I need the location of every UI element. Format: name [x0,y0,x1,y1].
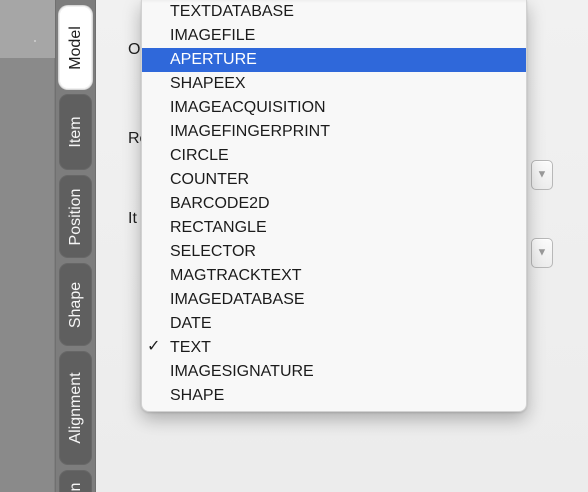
dropdown-option[interactable]: RECTANGLE [142,216,526,240]
dropdown-option-label: APERTURE [170,51,257,68]
dropdown-option-selected[interactable]: APERTURE [142,48,526,72]
dropdown-option-label: MAGTRACKTEXT [170,267,302,284]
dropdown-option-label: TEXT [170,339,211,356]
dropdown-option-label: SHAPEEX [170,75,246,92]
app-window: Model Item Position Shape Alignment n O … [0,0,588,492]
dropdown-option[interactable]: BARCODE2D [142,192,526,216]
strip-dot [34,40,36,42]
dropdown-option-label: IMAGEACQUISITION [170,99,326,116]
chevron-down-icon: ▼ [536,168,548,181]
dropdown-option[interactable]: IMAGEFINGERPRINT [142,120,526,144]
tab-item[interactable]: Item [59,94,92,170]
dropdown-option[interactable]: SHAPE [142,384,526,408]
dropdown-option[interactable]: CIRCLE [142,144,526,168]
dropdown-option-label: IMAGEFILE [170,27,256,44]
dropdown-option[interactable]: IMAGEACQUISITION [142,96,526,120]
dropdown-option[interactable]: IMAGEFILE [142,24,526,48]
tab-shape[interactable]: Shape [59,263,92,346]
dropdown-option-label: IMAGEDATABASE [170,291,305,308]
left-sidebar-strip [0,0,55,492]
dropdown-option-label: RECTANGLE [170,219,267,236]
panel-label-it: It [128,210,137,227]
dropdown-option[interactable]: TEXTDATABASE [142,0,526,24]
chevron-down-icon: ▼ [536,246,548,259]
dropdown-option-label: SHAPE [170,387,225,404]
panel-label-o: O [128,41,141,58]
select-arrow-upper[interactable]: ▼ [531,160,553,190]
dropdown-option-label: IMAGESIGNATURE [170,363,314,380]
dropdown-option[interactable]: IMAGESIGNATURE [142,360,526,384]
checkmark-icon: ✓ [147,338,161,355]
tab-shape-label: Shape [66,281,84,328]
tab-partial[interactable]: n [59,470,92,492]
dropdown-option-label: IMAGEFINGERPRINT [170,123,331,140]
dropdown-option-label: SELECTOR [170,243,256,260]
dropdown-option[interactable]: COUNTER [142,168,526,192]
vertical-tab-bar: Model Item Position Shape Alignment n [55,0,96,492]
tab-position-label: Position [66,188,84,245]
dropdown-option-label: TEXTDATABASE [170,3,294,20]
dropdown-option[interactable]: MAGTRACKTEXT [142,264,526,288]
dropdown-option[interactable]: DATE [142,312,526,336]
dropdown-option-label: CIRCLE [170,147,229,164]
tab-alignment-label: Alignment [66,372,84,444]
tab-model-label: Model [66,25,84,70]
tab-partial-label: n [66,482,84,492]
type-dropdown-list[interactable]: TEXTDATABASE IMAGEFILE APERTURE SHAPEEX … [141,0,527,412]
dropdown-option-label: COUNTER [170,171,250,188]
tab-alignment[interactable]: Alignment [59,351,92,465]
dropdown-option[interactable]: SELECTOR [142,240,526,264]
dropdown-option-checked[interactable]: ✓ TEXT [142,336,526,360]
dropdown-option[interactable]: SHAPEEX [142,72,526,96]
left-strip-header [0,0,55,58]
dropdown-option-label: BARCODE2D [170,195,270,212]
tab-position[interactable]: Position [59,175,92,258]
tab-item-label: Item [66,116,84,148]
dropdown-option-label: DATE [170,315,212,332]
dropdown-option[interactable]: IMAGEDATABASE [142,288,526,312]
tab-model[interactable]: Model [59,6,92,89]
select-arrow-lower[interactable]: ▼ [531,238,553,268]
